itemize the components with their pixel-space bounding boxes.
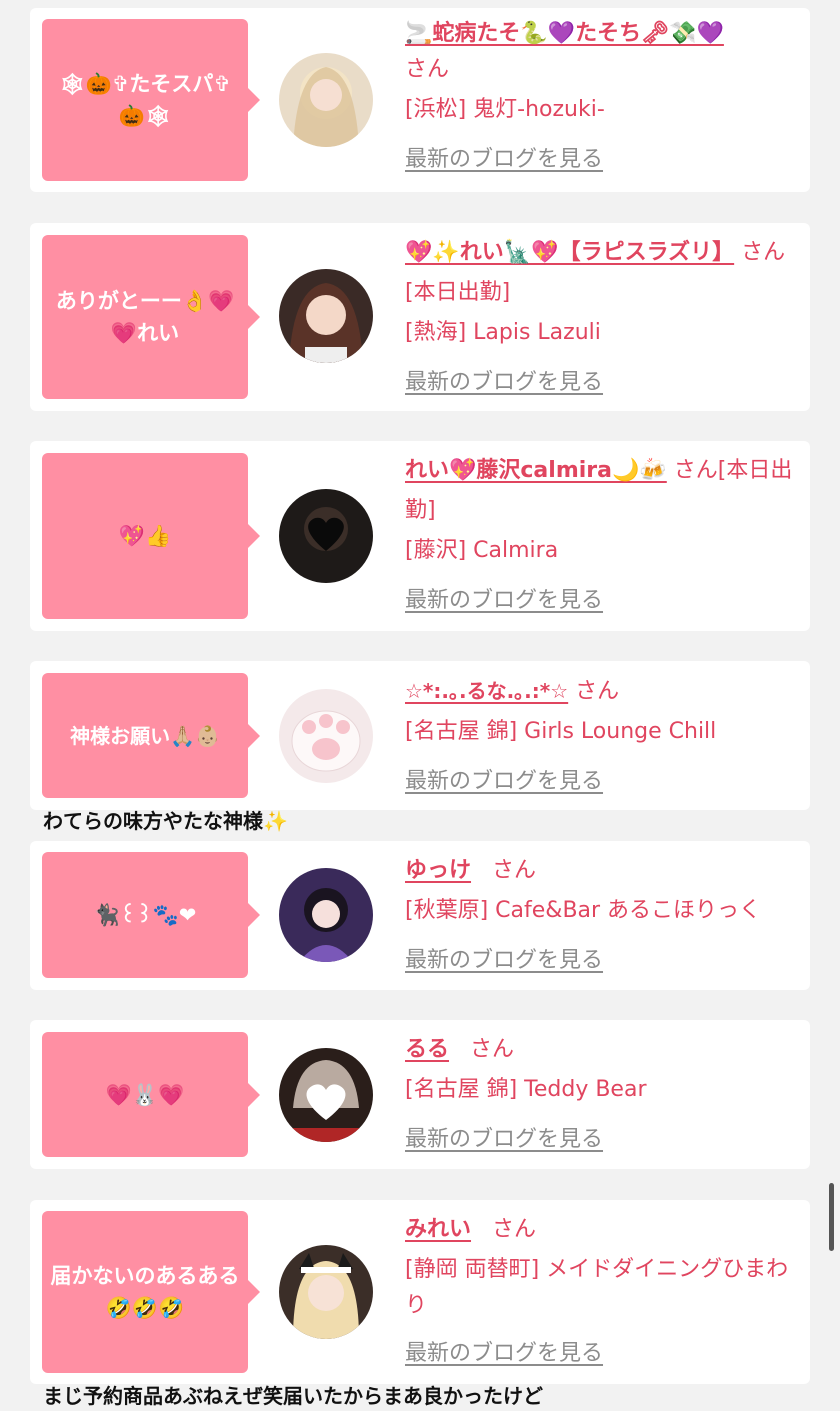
name-suffix: さん bbox=[492, 1217, 537, 1242]
girl-info: ☆*:.｡.るな.｡.:*☆ さん [名古屋 錦] Girls Lounge C… bbox=[405, 671, 797, 802]
avatar[interactable] bbox=[279, 489, 373, 583]
girl-name-link[interactable]: ゆっけ bbox=[405, 858, 471, 883]
girl-card: 届かないのあるある🤣🤣🤣 みれい さん [静岡 両替町] メイドダイニングひまわ… bbox=[30, 1200, 810, 1384]
girl-info: みれい さん [静岡 両替町] メイドダイニングひまわり 最新のブログを見る bbox=[405, 1210, 797, 1374]
girl-name-link[interactable]: 💖✨れい🗽💖【ラピスラズリ】 bbox=[405, 240, 734, 265]
latest-blog-link[interactable]: 最新のブログを見る bbox=[405, 1127, 603, 1152]
latest-blog-link[interactable]: 最新のブログを見る bbox=[405, 588, 603, 613]
message-bubble: 🕸🎃✞たそスパ✞🎃🕸 bbox=[42, 19, 260, 181]
latest-blog-link[interactable]: 最新のブログを見る bbox=[405, 370, 603, 395]
avatar[interactable] bbox=[279, 1245, 373, 1339]
girl-name-link[interactable]: みれい bbox=[405, 1217, 471, 1242]
name-suffix: さん bbox=[575, 679, 620, 704]
girl-card: 神様お願い🙏🏼👶🏼 ☆*:.｡.るな.｡.:*☆ さん [名古屋 錦] Girl… bbox=[30, 661, 810, 810]
latest-blog-link[interactable]: 最新のブログを見る bbox=[405, 769, 603, 794]
name-suffix: さん bbox=[470, 1037, 515, 1062]
girl-name-link[interactable]: るる bbox=[405, 1037, 449, 1062]
shop-label: [熱海] Lapis Lazuli bbox=[405, 320, 601, 345]
scrollbar[interactable] bbox=[829, 1183, 834, 1251]
shop-label: [名古屋 錦] Teddy Bear bbox=[405, 1077, 647, 1102]
shop-label: [秋葉原] Cafe&Bar あるこほりっく bbox=[405, 898, 762, 923]
girl-name-link[interactable]: 🚬蛇病たそ🐍💜たそち🗝💸💜 bbox=[405, 21, 724, 46]
message-text: ありがとーー👌💗💗れい bbox=[55, 289, 235, 345]
avatar[interactable] bbox=[279, 689, 373, 783]
message-text: 届かないのあるある🤣🤣🤣 bbox=[50, 1264, 240, 1320]
girl-card: 💗🐰💗 るる さん [名古屋 錦] Teddy Bear 最新のブログを見る bbox=[30, 1020, 810, 1169]
girl-name-link[interactable]: れい💖藤沢calmira🌙🍻 bbox=[405, 458, 667, 483]
shop-label: [名古屋 錦] Girls Lounge Chill bbox=[405, 719, 717, 744]
latest-blog-link[interactable]: 最新のブログを見る bbox=[405, 147, 603, 172]
comment-text: まじ予約商品あぶねえぜ笑届いたからまあ良かったけど bbox=[43, 1384, 543, 1408]
name-suffix: さん bbox=[405, 57, 450, 82]
girl-card: 💖👍 れい💖藤沢calmira🌙🍻 さん[本日出勤] [藤沢] Calmira … bbox=[30, 441, 810, 631]
girl-info: るる さん [名古屋 錦] Teddy Bear 最新のブログを見る bbox=[405, 1030, 797, 1160]
girl-name-link[interactable]: ☆*:.｡.るな.｡.:*☆ bbox=[405, 679, 568, 703]
girl-info: ゆっけ さん [秋葉原] Cafe&Bar あるこほりっく 最新のブログを見る bbox=[405, 851, 797, 981]
message-text: 🐈‍⬛꒰꒱🐾❤ bbox=[93, 903, 197, 927]
message-bubble: 神様お願い🙏🏼👶🏼 bbox=[42, 673, 260, 798]
girl-info: 💖✨れい🗽💖【ラピスラズリ】 さん[本日出勤] [熱海] Lapis Lazul… bbox=[405, 233, 797, 403]
shop-label: [浜松] 鬼灯-hozuki- bbox=[405, 97, 605, 122]
message-bubble: 届かないのあるある🤣🤣🤣 bbox=[42, 1211, 260, 1373]
name-suffix: さん bbox=[492, 858, 537, 883]
girl-info: れい💖藤沢calmira🌙🍻 さん[本日出勤] [藤沢] Calmira 最新の… bbox=[405, 451, 797, 621]
message-bubble: 💖👍 bbox=[42, 453, 260, 619]
message-bubble: 🐈‍⬛꒰꒱🐾❤ bbox=[42, 852, 260, 978]
latest-blog-link[interactable]: 最新のブログを見る bbox=[405, 948, 603, 973]
message-text: 神様お願い🙏🏼👶🏼 bbox=[70, 723, 220, 748]
message-text: 💖👍 bbox=[118, 524, 172, 548]
message-text: 🕸🎃✞たそスパ✞🎃🕸 bbox=[59, 72, 231, 128]
latest-blog-link[interactable]: 最新のブログを見る bbox=[405, 1341, 603, 1366]
avatar[interactable] bbox=[279, 1048, 373, 1142]
girl-card: 🕸🎃✞たそスパ✞🎃🕸 🚬蛇病たそ🐍💜たそち🗝💸💜 さん [浜松] 鬼灯-hozu… bbox=[30, 8, 810, 192]
comment-text: わてらの味方やたな神様✨ bbox=[43, 809, 288, 833]
girl-info: 🚬蛇病たそ🐍💜たそち🗝💸💜 さん [浜松] 鬼灯-hozuki- 最新のブログを… bbox=[405, 14, 797, 180]
avatar[interactable] bbox=[279, 269, 373, 363]
girl-card: 🐈‍⬛꒰꒱🐾❤ ゆっけ さん [秋葉原] Cafe&Bar あるこほりっく 最新… bbox=[30, 841, 810, 990]
avatar[interactable] bbox=[279, 868, 373, 962]
shop-label: [藤沢] Calmira bbox=[405, 538, 559, 563]
shop-label: [静岡 両替町] メイドダイニングひまわり bbox=[405, 1257, 789, 1318]
message-text: 💗🐰💗 bbox=[105, 1082, 185, 1107]
avatar[interactable] bbox=[279, 53, 373, 147]
message-bubble: 💗🐰💗 bbox=[42, 1032, 260, 1157]
girl-card: ありがとーー👌💗💗れい 💖✨れい🗽💖【ラピスラズリ】 さん[本日出勤] [熱海]… bbox=[30, 223, 810, 411]
message-bubble: ありがとーー👌💗💗れい bbox=[42, 235, 260, 399]
